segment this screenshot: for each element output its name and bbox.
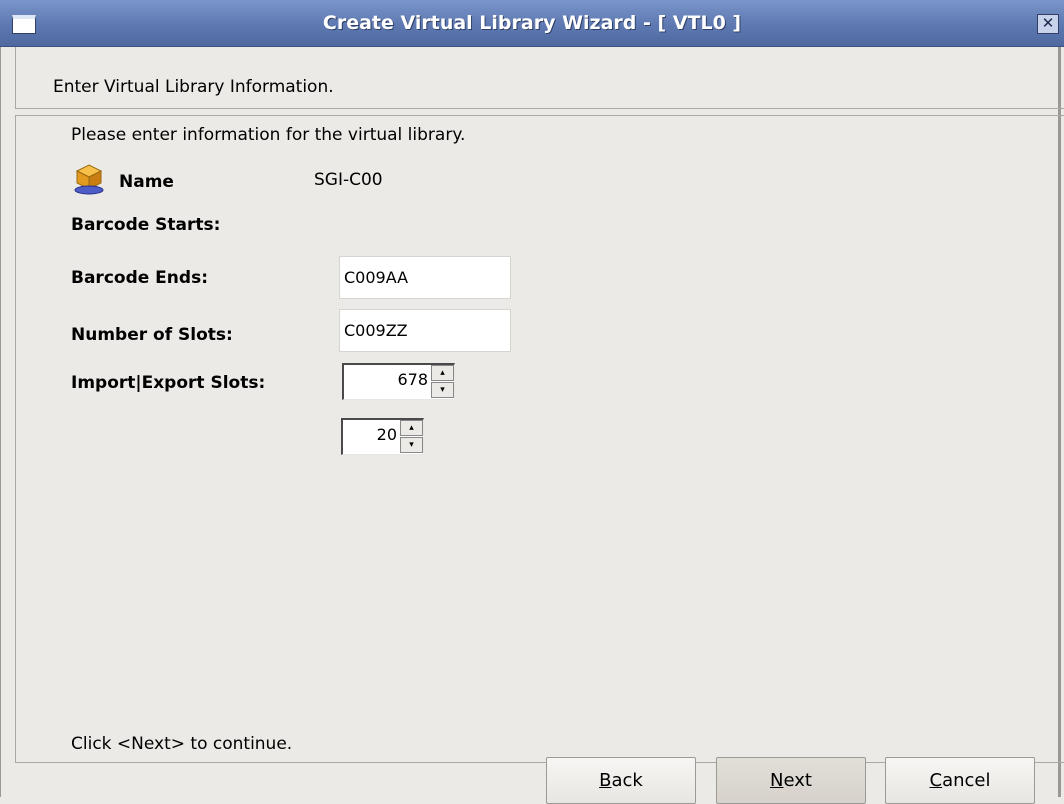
import-export-label: Import|Export Slots: <box>71 373 266 393</box>
slots-value[interactable]: 678 <box>397 370 428 389</box>
barcode-ends-input[interactable] <box>339 309 511 352</box>
form-panel: Please enter information for the virtual… <box>15 115 1064 763</box>
form-intro: Please enter information for the virtual… <box>71 125 466 145</box>
spin-down-icon[interactable]: ▾ <box>400 437 423 453</box>
name-label: Name <box>119 172 174 192</box>
import-export-value[interactable]: 20 <box>377 425 397 444</box>
import-export-spinner[interactable]: 20 ▴ ▾ <box>341 418 424 455</box>
spin-down-icon[interactable]: ▾ <box>431 382 454 398</box>
library-icon <box>72 161 106 200</box>
slots-label: Number of Slots: <box>71 325 233 345</box>
title-bar: Create Virtual Library Wizard - [ VTL0 ]… <box>0 0 1064 47</box>
slots-spinner[interactable]: 678 ▴ ▾ <box>342 363 455 400</box>
button-bar: Back Next Cancel <box>1 757 1062 804</box>
header-instruction: Enter Virtual Library Information. <box>53 77 334 97</box>
window-title: Create Virtual Library Wizard - [ VTL0 ] <box>322 12 742 34</box>
wizard-window: Enter Virtual Library Information. Pleas… <box>0 47 1064 804</box>
footer-hint: Click <Next> to continue. <box>71 734 293 754</box>
close-icon[interactable]: ✕ <box>1037 14 1059 34</box>
barcode-starts-label: Barcode Starts: <box>71 215 221 235</box>
spin-up-icon[interactable]: ▴ <box>400 420 423 436</box>
spin-up-icon[interactable]: ▴ <box>431 365 454 381</box>
header-panel: Enter Virtual Library Information. <box>15 47 1064 109</box>
name-value: SGI-C00 <box>314 170 383 190</box>
barcode-starts-input[interactable] <box>339 256 511 299</box>
barcode-ends-label: Barcode Ends: <box>71 268 208 288</box>
